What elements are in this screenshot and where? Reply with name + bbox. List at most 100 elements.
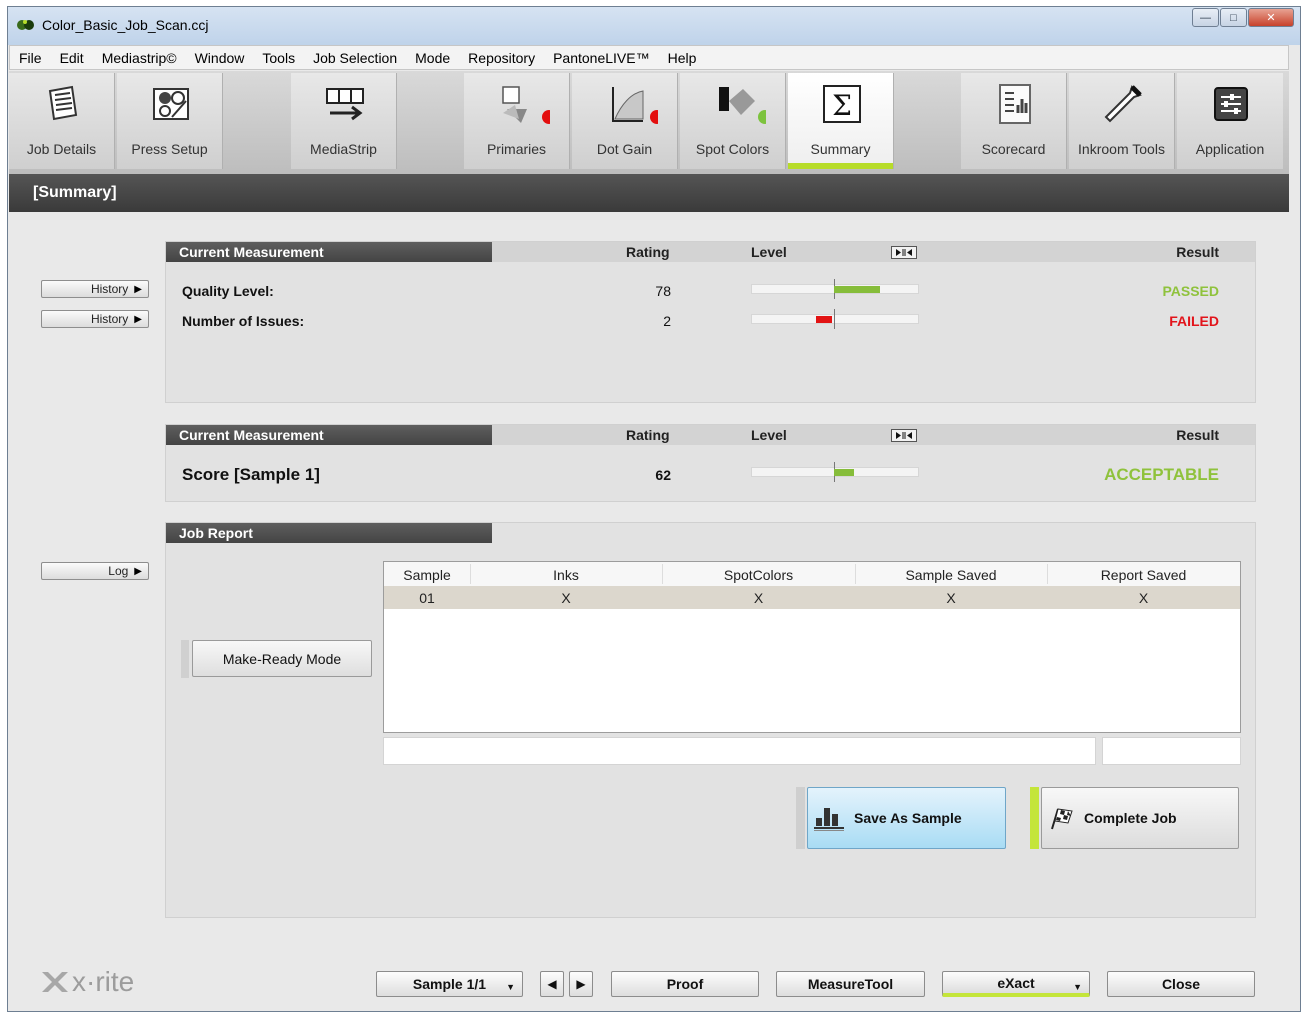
maximize-icon: □ bbox=[1230, 11, 1237, 24]
close-window-button[interactable]: ✕ bbox=[1248, 8, 1294, 27]
issues-result: FAILED bbox=[1169, 313, 1219, 329]
collapse-level-icon[interactable] bbox=[891, 429, 917, 442]
menu-job-selection[interactable]: Job Selection bbox=[304, 50, 406, 66]
toolbar-label: Inkroom Tools bbox=[1078, 141, 1165, 157]
maximize-button[interactable]: □ bbox=[1220, 8, 1247, 27]
toolbar-label: Summary bbox=[810, 141, 871, 157]
complete-job-button[interactable]: Complete Job bbox=[1041, 787, 1239, 849]
previous-sample-button[interactable]: ◀ bbox=[540, 971, 564, 997]
menu-mediastrip[interactable]: Mediastrip© bbox=[93, 50, 186, 66]
history-label: History bbox=[90, 312, 129, 326]
cell-report-saved: X bbox=[1138, 590, 1149, 606]
score-level-bar bbox=[751, 462, 919, 482]
result-column-header: Result bbox=[1176, 427, 1219, 443]
menu-edit[interactable]: Edit bbox=[51, 50, 93, 66]
exact-dropdown[interactable]: eXact ▼ bbox=[942, 971, 1090, 997]
close-button[interactable]: Close bbox=[1107, 971, 1255, 997]
next-sample-button[interactable]: ▶ bbox=[569, 971, 593, 997]
window-title: Color_Basic_Job_Scan.ccj bbox=[42, 17, 209, 33]
settings-icon bbox=[1214, 87, 1248, 121]
level-column-header: Level bbox=[751, 244, 787, 260]
menu-pantonelive[interactable]: PantoneLIVE™ bbox=[544, 50, 659, 66]
column-sample: Sample bbox=[403, 567, 451, 583]
save-as-sample-button[interactable]: Save As Sample bbox=[807, 787, 1006, 849]
dropdown-arrow-icon: ▼ bbox=[1073, 982, 1082, 992]
toolbar-job-details[interactable]: Job Details bbox=[9, 73, 115, 169]
column-spotcolors: SpotColors bbox=[723, 567, 794, 583]
complete-job-label: Complete Job bbox=[1084, 810, 1177, 826]
minimize-icon: — bbox=[1200, 11, 1211, 24]
toolbar-label: Dot Gain bbox=[596, 141, 653, 157]
window-controls: — □ ✕ bbox=[1191, 8, 1294, 27]
column-report-saved: Report Saved bbox=[1100, 567, 1187, 583]
score-result: ACCEPTABLE bbox=[1104, 465, 1219, 484]
measure-tool-button[interactable]: MeasureTool bbox=[776, 971, 925, 997]
menu-help[interactable]: Help bbox=[659, 50, 706, 66]
sample-select-dropdown[interactable]: Sample 1/1 ▼ bbox=[376, 971, 523, 997]
play-arrow-icon: ▶ bbox=[134, 283, 142, 295]
toolbar-scorecard[interactable]: Scorecard bbox=[961, 73, 1067, 169]
dropdown-arrow-icon: ▼ bbox=[506, 982, 515, 992]
menu-repository[interactable]: Repository bbox=[459, 50, 544, 66]
menu-bar: File Edit Mediastrip© Window Tools Job S… bbox=[9, 45, 1289, 70]
menu-mode[interactable]: Mode bbox=[406, 50, 459, 66]
minimize-button[interactable]: — bbox=[1192, 8, 1219, 27]
quality-level-rating: 78 bbox=[655, 283, 671, 299]
collapse-level-icon[interactable] bbox=[891, 246, 917, 259]
log-label: Log bbox=[108, 564, 129, 578]
arrow-right-icon: ▶ bbox=[576, 977, 586, 991]
rating-column-header: Rating bbox=[626, 244, 670, 260]
history-button-quality[interactable]: History ▶ bbox=[41, 280, 149, 298]
play-arrow-icon: ▶ bbox=[134, 313, 142, 325]
document-icon bbox=[48, 85, 78, 121]
log-button[interactable]: Log ▶ bbox=[41, 562, 149, 580]
menu-window[interactable]: Window bbox=[186, 50, 254, 66]
sigma-icon: Σ bbox=[823, 85, 861, 123]
complete-indicator bbox=[1030, 787, 1039, 849]
cell-sample: 01 bbox=[419, 590, 435, 606]
result-column-header: Result bbox=[1176, 244, 1219, 260]
close-icon: ✕ bbox=[1266, 12, 1276, 24]
history-label: History bbox=[90, 282, 129, 296]
toolbar-application[interactable]: Application bbox=[1177, 73, 1283, 169]
cell-inks: X bbox=[561, 590, 571, 606]
history-button-issues[interactable]: History ▶ bbox=[41, 310, 149, 328]
panel-title: Job Report bbox=[179, 525, 253, 541]
make-ready-indicator bbox=[181, 640, 189, 678]
cell-spotcolors: X bbox=[753, 590, 764, 606]
xrite-logo-icon bbox=[42, 972, 68, 992]
toolbar-mediastrip[interactable]: MediaStrip bbox=[291, 73, 397, 169]
scorecard-icon bbox=[999, 84, 1031, 124]
toolbar-inkroom-tools[interactable]: Inkroom Tools bbox=[1069, 73, 1175, 169]
table-header: Sample Inks SpotColors Sample Saved Repo… bbox=[384, 562, 1240, 587]
toolbar-primaries[interactable]: Primaries bbox=[464, 73, 570, 169]
toolbar-dot-gain[interactable]: Dot Gain bbox=[572, 73, 678, 169]
make-ready-mode-button[interactable]: Make-Ready Mode bbox=[192, 640, 372, 677]
toolbar-summary[interactable]: Σ Summary bbox=[788, 73, 894, 169]
arrow-left-icon: ◀ bbox=[547, 977, 557, 991]
save-as-sample-label: Save As Sample bbox=[854, 810, 962, 826]
quality-level-result: PASSED bbox=[1162, 283, 1219, 299]
press-setup-icon bbox=[153, 88, 189, 120]
toolbar-spot-colors[interactable]: Spot Colors bbox=[680, 73, 786, 169]
quality-level-label: Quality Level: bbox=[182, 283, 274, 299]
play-arrow-icon: ▶ bbox=[134, 565, 142, 577]
menu-tools[interactable]: Tools bbox=[253, 50, 304, 66]
dot-gain-icon bbox=[612, 87, 658, 124]
cell-sample-saved: X bbox=[946, 590, 956, 606]
score-rating: 62 bbox=[655, 467, 671, 483]
table-row[interactable]: 01 X X X X bbox=[384, 586, 1240, 609]
toolbar-label: Application bbox=[1195, 141, 1265, 157]
panel-title-bar: Current Measurement bbox=[166, 242, 492, 262]
panel-title: Current Measurement bbox=[179, 427, 324, 443]
mediastrip-icon bbox=[326, 88, 364, 121]
proof-button[interactable]: Proof bbox=[611, 971, 759, 997]
quality-level-bar bbox=[751, 279, 919, 299]
spot-colors-icon bbox=[719, 87, 766, 124]
menu-file[interactable]: File bbox=[10, 50, 51, 66]
active-tab-indicator bbox=[788, 163, 893, 169]
toolbar-press-setup[interactable]: Press Setup bbox=[117, 73, 223, 169]
toolbar-label: Press Setup bbox=[131, 141, 208, 157]
rating-column-header: Rating bbox=[626, 427, 670, 443]
issues-level-bar bbox=[751, 309, 919, 329]
